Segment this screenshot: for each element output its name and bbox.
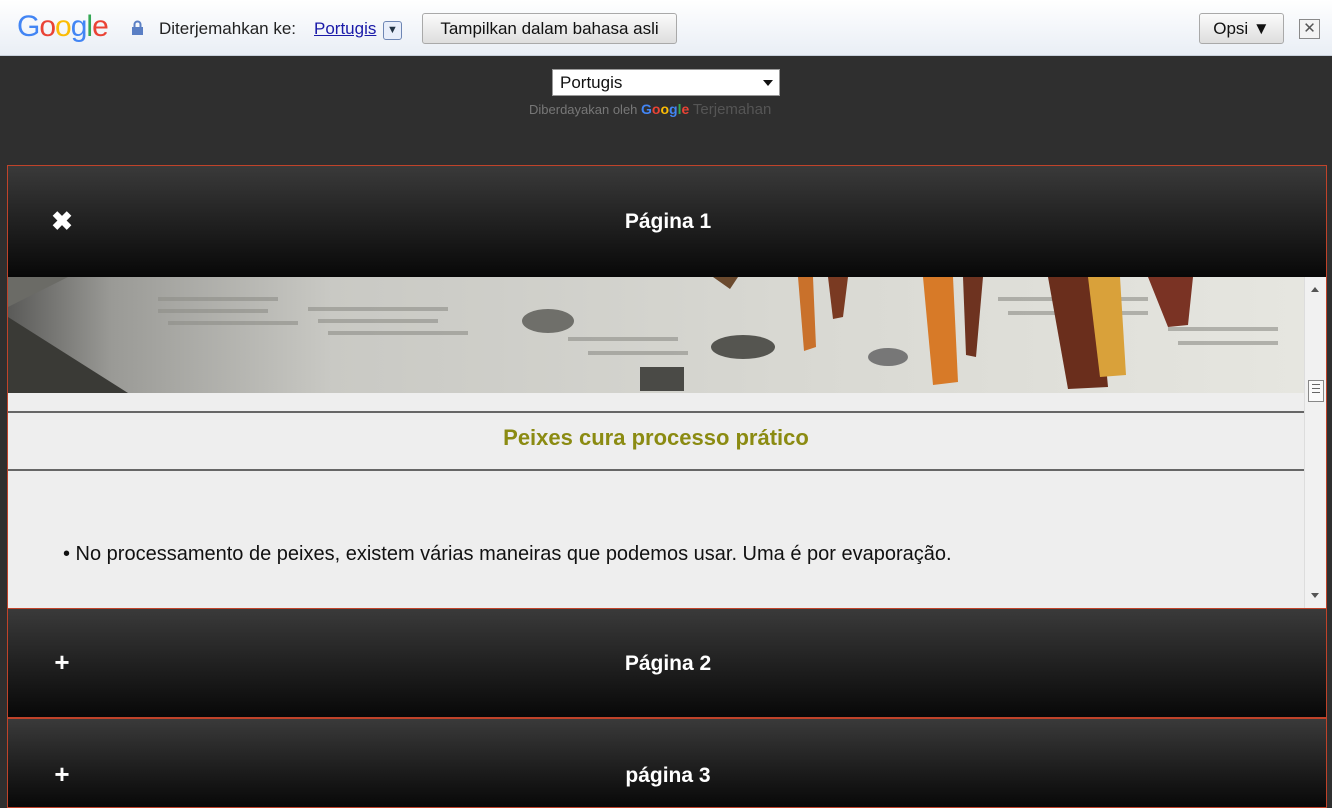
accordion-header-page-3[interactable]: + página 3 (7, 718, 1327, 808)
scroll-up-icon[interactable] (1311, 287, 1319, 292)
accordion-title-page-2: Página 2 (624, 652, 712, 675)
close-icon[interactable]: ✕ (1299, 19, 1320, 39)
powered-by-google: Diberdayakan oleh Google Terjemahan (529, 101, 771, 118)
dropdown-caret-icon (763, 80, 773, 86)
show-original-button[interactable]: Tampilkan dalam bahasa asli (422, 13, 677, 44)
chevron-down-icon[interactable]: ▼ (383, 21, 402, 40)
target-language-link[interactable]: Portugis (314, 19, 376, 39)
content-bullet: • No processamento de peixes, existem vá… (63, 543, 952, 565)
language-select-value: Portugis (560, 73, 623, 92)
powered-by-label: Diberdayakan oleh (529, 102, 638, 117)
translated-to-label: Diterjemahkan ke: (159, 19, 297, 38)
section-heading: Peixes cura processo prático (503, 425, 809, 450)
options-button[interactable]: Opsi ▼ (1199, 13, 1284, 44)
scroll-down-icon[interactable] (1311, 593, 1319, 598)
accordion-title-page-1: Página 1 (624, 210, 712, 233)
language-select[interactable]: Portugis (552, 69, 780, 96)
accordion-panel-page-1: Peixes cura processo prático • No proces… (7, 277, 1327, 608)
translate-bar: Google Diterjemahkan ke: Portugis ▼ Tamp… (0, 0, 1332, 56)
divider (8, 411, 1304, 413)
translate-link[interactable]: Terjemahan (693, 101, 771, 118)
fish-banner-image (8, 277, 1304, 393)
accordion-header-page-2[interactable]: + Página 2 (7, 608, 1327, 718)
accordion-header-page-1[interactable]: ✖ Página 1 (7, 165, 1327, 277)
lock-icon (132, 20, 143, 35)
google-small-logo: Google (641, 101, 690, 117)
scrollbar-thumb[interactable] (1308, 380, 1324, 402)
accordion-title-page-3: página 3 (625, 764, 711, 787)
vertical-scrollbar[interactable] (1304, 277, 1326, 608)
google-logo: Google (17, 10, 109, 43)
divider (8, 469, 1304, 471)
